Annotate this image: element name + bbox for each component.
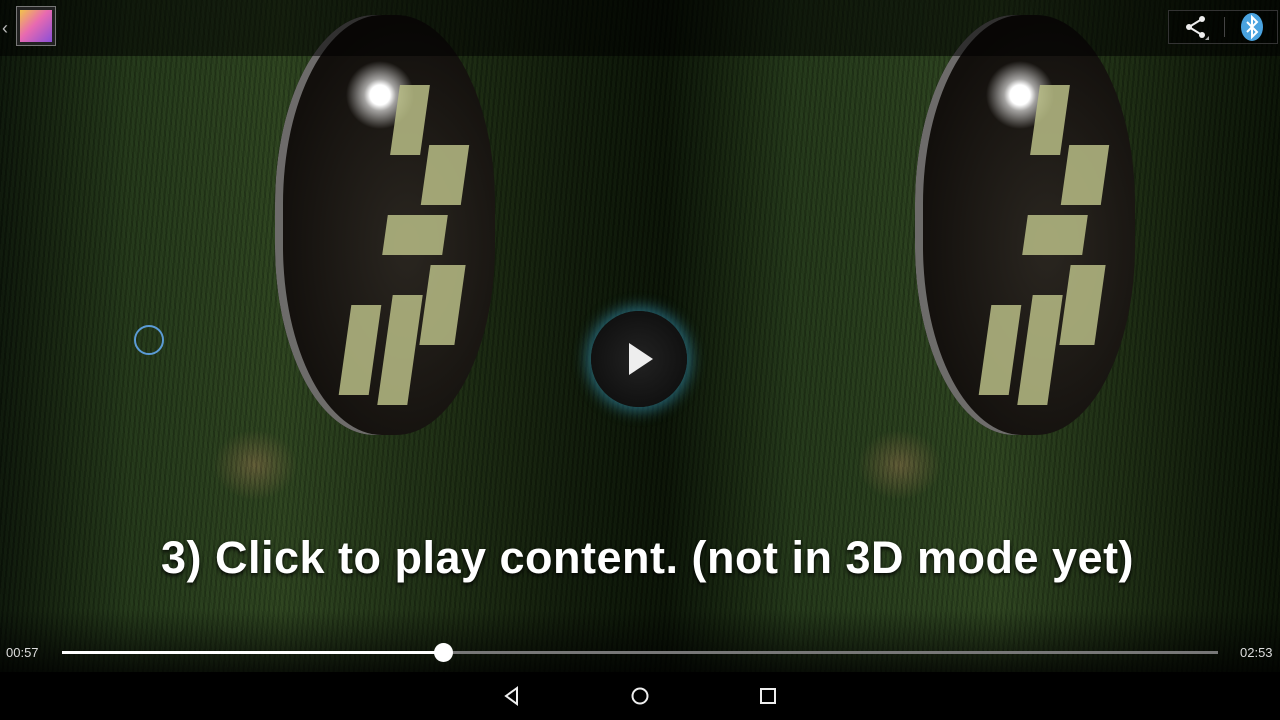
total-time: 02:53	[1240, 645, 1273, 660]
bluetooth-button[interactable]	[1225, 11, 1279, 43]
play-icon	[629, 343, 653, 375]
seek-bar[interactable]	[62, 643, 1218, 662]
soccer-ball-left	[275, 15, 495, 435]
back-triangle-icon	[504, 686, 518, 706]
current-time: 00:57	[6, 645, 39, 660]
nav-back-button[interactable]	[492, 680, 532, 712]
soccer-ball-right	[915, 15, 1135, 435]
nav-recents-button[interactable]	[748, 680, 788, 712]
share-icon	[1186, 16, 1209, 40]
action-buttons	[1168, 10, 1278, 44]
top-action-bar: ‹	[0, 0, 1280, 56]
recents-square-icon	[760, 688, 776, 704]
play-button[interactable]	[591, 311, 687, 407]
share-button[interactable]	[1169, 11, 1223, 43]
touch-cursor-ring	[134, 325, 164, 355]
gallery-app-icon[interactable]	[16, 6, 56, 46]
nav-home-button[interactable]	[620, 680, 660, 712]
home-circle-icon	[631, 687, 649, 705]
bluetooth-icon	[1241, 13, 1263, 41]
instruction-caption: 3) Click to play content. (not in 3D mod…	[160, 532, 1135, 583]
system-nav-bar	[0, 672, 1280, 720]
seek-progress	[62, 651, 444, 654]
chevron-left-icon[interactable]: ‹	[2, 18, 12, 38]
